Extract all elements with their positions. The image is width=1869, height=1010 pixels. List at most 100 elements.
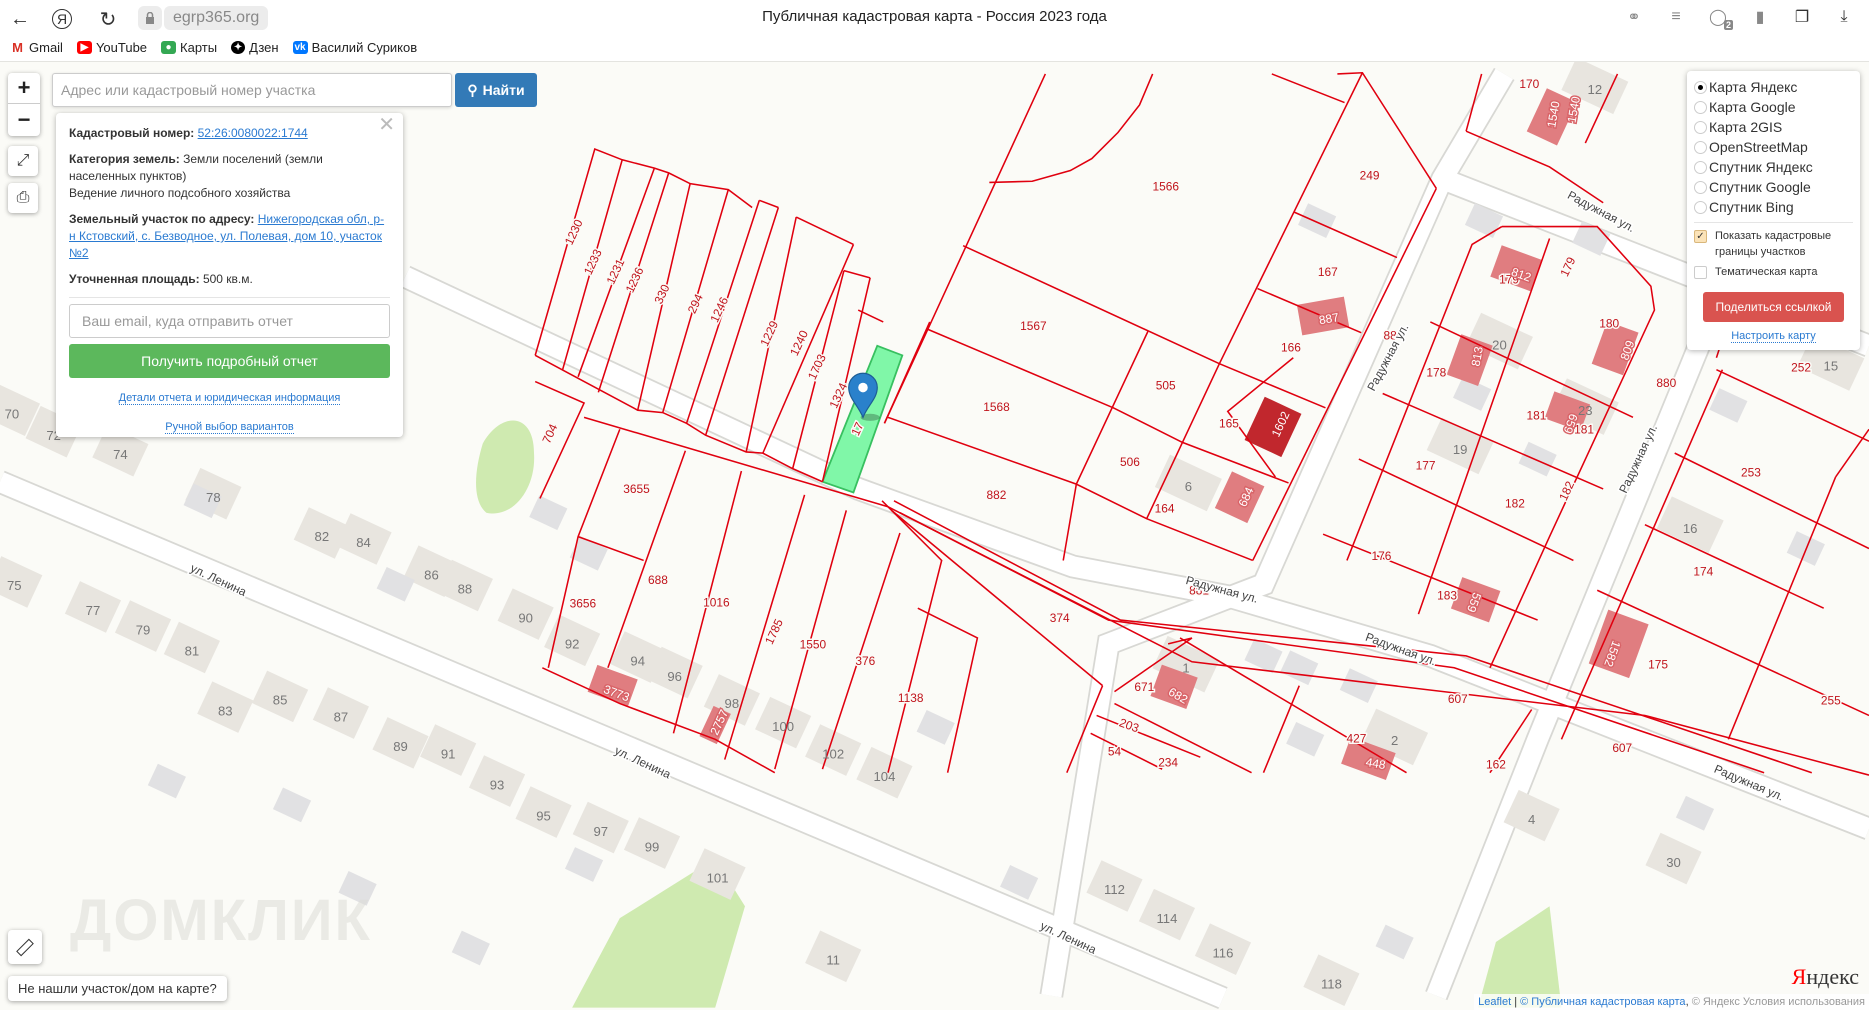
house-number: 85 [273,693,288,708]
share-link-button[interactable]: Поделиться ссылкой [1703,292,1844,322]
show-borders-label: Показать кадастровые границы участков [1715,230,1832,258]
vk-icon: vk [292,41,308,54]
parcel-number: 3655 [623,482,650,496]
house-number: 99 [645,839,660,854]
house-number: 89 [393,739,408,754]
parcel-number: 180 [1599,316,1619,330]
house-number: 79 [136,622,151,637]
print-button[interactable]: ⎙ [8,183,38,213]
parcel-number: 1566 [1152,179,1179,193]
house-number: 11 [826,953,840,968]
not-found-button[interactable]: Не нашли участок/дом на карте? [8,976,227,1001]
get-report-button[interactable]: Получить подробный отчет [69,344,390,378]
fullscreen-button[interactable]: ⤢ [8,146,38,176]
yandex-terms[interactable]: © Яндекс Условия использования [1692,996,1865,1008]
house-number: 20 [1492,337,1507,352]
bookmark-youtube[interactable]: ▶ YouTube [76,40,148,55]
parcel-number: 1567 [1020,319,1047,333]
thematic-label: Тематическая карта [1715,266,1818,278]
radio-icon [1694,180,1707,194]
bookmark-vk[interactable]: vk Василий Суриков [292,40,417,55]
zoom-out-button[interactable]: − [8,104,40,135]
source-link[interactable]: © Публичная кадастровая карта [1520,996,1685,1008]
layer-option[interactable]: OpenStreetMap [1694,137,1853,157]
show-borders-checkbox[interactable]: ✓ Показать кадастровые границы участков [1694,228,1853,260]
layer-option[interactable]: Спутник Google [1694,177,1853,197]
layer-option-label: Карта 2GIS [1709,119,1783,135]
house-number: 91 [441,746,456,761]
zoom-in-button[interactable]: + [8,73,40,104]
page-title: Публичная кадастровая карта - Россия 202… [762,8,1107,25]
house-number: 88 [458,582,473,597]
bookmark-maps[interactable]: ● Карты [161,40,217,55]
search-icon: ⚲ [467,81,478,98]
checkbox-icon [1694,266,1707,279]
parcel-number: 607 [1448,692,1468,706]
report-details-link[interactable]: Детали отчета и юридическая информация [118,392,341,405]
parcel-number: 166 [1281,340,1301,354]
house-number: 94 [630,653,645,668]
parcel-number: 167 [1318,265,1338,279]
youtube-icon: ▶ [76,41,92,54]
parcel-info-popup: ✕ Кадастровый номер: 52:26:0080022:1744 … [56,113,403,437]
divider [69,297,390,298]
layer-option[interactable]: Спутник Яндекс [1694,157,1853,177]
layer-option[interactable]: Спутник Bing [1694,197,1853,217]
parcel-number: 165 [1219,417,1239,431]
email-input[interactable]: Ваш email, куда отправить отчет [69,304,390,338]
bookmark-label: YouTube [95,40,148,55]
download-icon[interactable]: ⤓ [1833,6,1855,28]
house-number: 100 [772,719,794,734]
house-number: 4 [1528,812,1535,827]
parcel-number: 252 [1791,361,1811,375]
parcel-number: 376 [855,654,875,668]
house-number: 93 [490,777,505,792]
extensions-badge: 2 [1723,20,1733,30]
maps-icon: ● [161,41,177,54]
gmail-icon: M [12,40,23,55]
house-number: 81 [185,644,200,659]
leaflet-link[interactable]: Leaflet [1478,996,1511,1008]
category-label: Категория земель: [69,152,180,166]
layer-option[interactable]: Карта Google [1694,97,1853,117]
house-number: 98 [725,696,740,711]
cadastral-number-link[interactable]: 52:26:0080022:1744 [198,126,308,140]
ruler-button[interactable] [8,930,42,964]
parcel-number: 183 [1437,588,1457,602]
shield-icon[interactable]: ◯ 2 [1707,6,1733,30]
layer-option[interactable]: Карта 2GIS [1694,117,1853,137]
layer-option[interactable]: Карта Яндекс [1694,77,1853,97]
parcel-number: 162 [1486,758,1506,772]
collections-icon[interactable]: ❐ [1791,6,1813,28]
parcel-number: 175 [1648,658,1668,672]
house-number: 92 [565,637,580,652]
configure-map-link[interactable]: Настроить карту [1731,330,1816,343]
bookmark-gmail[interactable]: M Gmail [10,40,63,55]
close-icon[interactable]: ✕ [378,115,395,135]
parcel-number: 880 [1656,376,1676,390]
bookmark-label: Дзен [249,40,279,55]
yandex-logo: Яндекс [1791,964,1859,989]
parcel-number: 178 [1426,365,1446,379]
manual-selection-link[interactable]: Ручной выбор вариантов [165,421,294,434]
house-number: 86 [424,567,439,582]
bookmark-icon[interactable]: ▮ [1749,6,1771,28]
search-input[interactable]: Адрес или кадастровый номер участка [52,73,452,107]
find-button[interactable]: ⚲ Найти [455,73,537,107]
thematic-map-checkbox[interactable]: Тематическая карта [1694,264,1853,280]
usage-value: Ведение личного подсобного хозяйства [69,186,291,200]
parcel-number: 427 [1347,731,1367,745]
radio-icon [1694,200,1707,214]
house-number: 104 [874,769,896,784]
house-number: 16 [1683,521,1698,536]
reader-icon[interactable]: ≡ [1665,6,1687,28]
address-label: Земельный участок по адресу: [69,212,255,226]
cadastral-label: Кадастровый номер: [69,126,195,140]
dzen-icon: ✦ [231,41,246,54]
layer-option-label: OpenStreetMap [1709,139,1808,155]
headphones-icon[interactable]: ⚭ [1623,6,1645,28]
parcel-number: 882 [987,488,1007,502]
house-number: 12 [1588,82,1603,97]
house-number: 90 [518,610,533,625]
bookmark-dzen[interactable]: ✦ Дзен [231,40,279,55]
